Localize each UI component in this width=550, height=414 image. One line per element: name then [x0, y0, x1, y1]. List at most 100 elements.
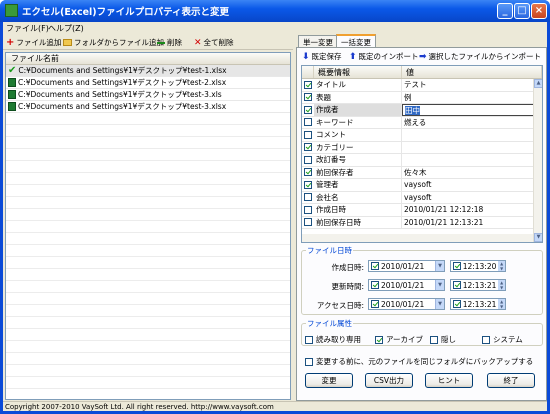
property-checkbox[interactable]	[302, 141, 314, 153]
time-enable-checkbox[interactable]	[453, 300, 461, 308]
property-name: 作成日時	[314, 204, 402, 216]
delete-button[interactable]: 削除	[157, 37, 182, 48]
readonly-checkbox[interactable]: 読み取り専用	[305, 334, 361, 345]
property-value[interactable]: vaysoft	[402, 192, 542, 204]
property-value[interactable]: 例	[402, 92, 542, 104]
property-row[interactable]: 作成者 田中	[302, 104, 542, 117]
exit-button[interactable]: 終了	[487, 373, 535, 388]
add-file-button[interactable]: + ファイル追加	[6, 37, 61, 48]
app-icon	[5, 4, 18, 17]
scroll-up-icon[interactable]: ▲	[534, 79, 542, 88]
date-label: 作成日時:	[331, 263, 364, 272]
property-row[interactable]: 前回保存日時 2010/01/21 12:13:21	[302, 216, 542, 229]
file-list[interactable]: ファイル名前 ✔ C:¥Documents and Settings¥1¥デスクト…	[5, 52, 291, 400]
property-value[interactable]: 燃える	[402, 117, 542, 129]
property-checkbox[interactable]	[302, 129, 314, 141]
horizontal-scrollbar[interactable]	[302, 234, 533, 242]
menu-help[interactable]: ヘルプ(Z)	[48, 23, 84, 34]
property-row[interactable]: 表題例	[302, 91, 542, 104]
minimize-button[interactable]: _	[497, 3, 513, 19]
property-row[interactable]: タイトル テスト	[302, 79, 542, 92]
add-from-folder-button[interactable]: フォルダからファイル追加	[63, 37, 164, 48]
property-row[interactable]: コメント	[302, 129, 542, 142]
time-picker[interactable]: 12:13:20 ▲ ▼	[450, 260, 506, 272]
property-row[interactable]: 管理者 vaysoft	[302, 179, 542, 192]
property-row[interactable]: 会社名 vaysoft	[302, 191, 542, 204]
title-bar[interactable]: エクセル(Excel)ファイルプロパティ表示と変更 _ □ ×	[0, 0, 550, 22]
date-enable-checkbox[interactable]	[371, 281, 379, 289]
import-from-file-button[interactable]: ➡ 選択したファイルからインポート	[419, 51, 541, 62]
col-header-summary[interactable]: 概要情報	[314, 66, 402, 78]
chevron-down-icon[interactable]: ▼	[435, 299, 444, 309]
time-picker[interactable]: 12:13:21 ▲ ▼	[450, 298, 506, 310]
change-button[interactable]: 変更	[305, 373, 353, 388]
date-picker[interactable]: 2010/01/21 ▼	[368, 298, 445, 310]
batch-change-panel: ⬇ 既定保存 ⬆ 既定のインポート ➡ 選択したファイルからインポート 概要情報 値 …	[296, 47, 547, 401]
property-name: コメント	[314, 129, 402, 141]
property-checkbox[interactable]	[302, 191, 314, 203]
menu-file[interactable]: ファイル(F)	[6, 23, 49, 34]
hidden-checkbox[interactable]: 隠し	[430, 334, 456, 345]
maximize-button[interactable]: □	[514, 3, 530, 19]
archive-checkbox[interactable]: アーカイブ	[375, 334, 423, 345]
arrow-up-icon: ⬆	[349, 51, 357, 62]
tab-batch-change[interactable]: 一括変更	[336, 34, 376, 48]
property-value[interactable]: 佐々木	[402, 167, 542, 179]
property-checkbox[interactable]	[302, 204, 314, 216]
date-enable-checkbox[interactable]	[371, 300, 379, 308]
file-row[interactable]: ✔ C:¥Documents and Settings¥1¥デスクトップ¥test…	[6, 65, 290, 77]
property-checkbox[interactable]	[302, 179, 314, 191]
import-settings-button[interactable]: ⬆ 既定のインポート	[349, 51, 419, 62]
property-value[interactable]: vaysoft	[402, 179, 542, 191]
property-value[interactable]	[402, 154, 542, 166]
arrow-down-icon: ⬇	[302, 51, 310, 62]
delete-all-button[interactable]: ✕ 全て削除	[194, 37, 234, 48]
hint-button[interactable]: ヒント	[425, 373, 473, 388]
property-value[interactable]	[402, 129, 542, 141]
system-checkbox[interactable]: システム	[482, 334, 523, 345]
backup-checkbox[interactable]: 変更する前に、元のファイルを同じフォルダにバックアップする	[305, 356, 533, 367]
save-settings-button[interactable]: ⬇ 既定保存	[302, 51, 342, 62]
property-checkbox[interactable]	[302, 104, 314, 116]
time-picker[interactable]: 12:13:21 ▲ ▼	[450, 279, 506, 291]
vertical-scrollbar[interactable]: ▲ ▼	[533, 79, 542, 242]
property-row[interactable]: キーワード 燃える	[302, 116, 542, 129]
spin-icon[interactable]: ▲ ▼	[498, 261, 505, 271]
property-row[interactable]: 前回保存者 佐々木	[302, 166, 542, 179]
property-row[interactable]: カテゴリー	[302, 141, 542, 154]
property-value[interactable]	[402, 142, 542, 154]
property-value[interactable]: 2010/01/21 12:12:18	[402, 204, 542, 216]
property-row[interactable]: 改訂番号	[302, 154, 542, 167]
csv-export-button[interactable]: CSV出力	[365, 373, 413, 388]
property-row[interactable]: 作成日時 2010/01/21 12:12:18	[302, 204, 542, 217]
property-value[interactable]: 田中	[402, 104, 542, 116]
date-picker[interactable]: 2010/01/21 ▼	[368, 260, 445, 272]
property-checkbox[interactable]	[302, 91, 314, 103]
property-checkbox[interactable]	[302, 116, 314, 128]
scroll-down-icon[interactable]: ▼	[534, 233, 542, 242]
time-enable-checkbox[interactable]	[453, 262, 461, 270]
file-row[interactable]: C:¥Documents and Settings¥1¥デスクトップ¥test-…	[6, 77, 290, 89]
property-name: 管理者	[314, 179, 402, 191]
empty-list-row	[6, 341, 290, 353]
property-value[interactable]: テスト	[402, 79, 542, 91]
file-list-header[interactable]: ファイル名前	[6, 53, 290, 65]
spin-icon[interactable]: ▲ ▼	[498, 280, 505, 290]
close-button[interactable]: ×	[531, 3, 547, 19]
property-checkbox[interactable]	[302, 79, 314, 91]
file-row[interactable]: C:¥Documents and Settings¥1¥デスクトップ¥test-…	[6, 89, 290, 101]
property-value[interactable]: 2010/01/21 12:13:21	[402, 217, 542, 229]
chevron-down-icon[interactable]: ▼	[435, 261, 444, 271]
date-picker[interactable]: 2010/01/21 ▼	[368, 279, 445, 291]
property-checkbox[interactable]	[302, 166, 314, 178]
date-enable-checkbox[interactable]	[371, 262, 379, 270]
spin-icon[interactable]: ▲ ▼	[498, 299, 505, 309]
chevron-down-icon[interactable]: ▼	[435, 280, 444, 290]
empty-list-row	[6, 269, 290, 281]
property-name: 前回保存日時	[314, 216, 402, 228]
property-checkbox[interactable]	[302, 216, 314, 228]
time-enable-checkbox[interactable]	[453, 281, 461, 289]
col-header-value[interactable]: 値	[402, 66, 542, 78]
file-row[interactable]: C:¥Documents and Settings¥1¥デスクトップ¥test-…	[6, 101, 290, 113]
property-checkbox[interactable]	[302, 154, 314, 166]
